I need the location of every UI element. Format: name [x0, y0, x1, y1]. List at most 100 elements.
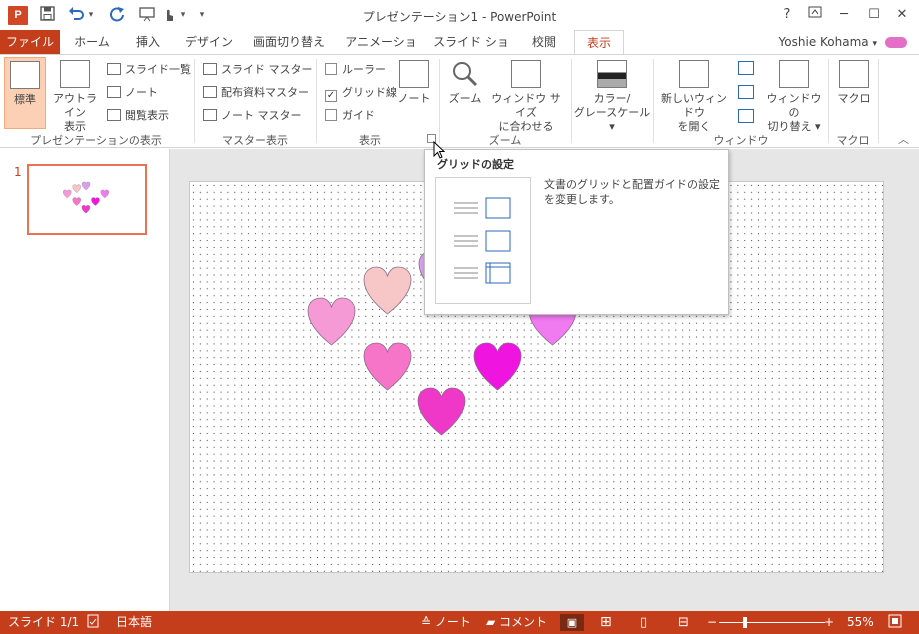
zoom-in-button[interactable]: +: [824, 611, 834, 634]
slide-sorter-button[interactable]: スライド一覧: [107, 60, 191, 80]
status-bar: スライド 1/1 日本語 ≙ ノート ▰ コメント ▣ ⊞ ▯ ⊟ − + 55…: [0, 611, 919, 634]
switch-windows-button[interactable]: ウィンドウの 切り替え ▾: [762, 57, 826, 133]
notes-toggle[interactable]: ≙ ノート: [421, 611, 471, 634]
user-name[interactable]: Yoshie Kohama ▾: [779, 30, 877, 56]
language-indicator[interactable]: 日本語: [116, 611, 152, 634]
guides-checkbox[interactable]: ガイド: [325, 106, 375, 126]
gridlines-checkbox[interactable]: ✓ グリッド線: [325, 83, 397, 103]
arrange-all-icon[interactable]: [738, 61, 754, 75]
thumbnail-hearts: [63, 181, 109, 214]
reading-view-icon: [107, 109, 121, 121]
slide-thumbnail[interactable]: [27, 164, 147, 235]
avatar[interactable]: [885, 37, 907, 48]
gridlines-check-box[interactable]: ✓: [325, 90, 337, 102]
tab-view[interactable]: 表示: [574, 30, 624, 55]
ribbon-separator: [439, 59, 440, 143]
outline-view-icon: [60, 60, 90, 88]
zoom-button[interactable]: ズーム: [444, 57, 486, 129]
ribbon-separator: [828, 59, 829, 143]
heart-shape[interactable]: [363, 342, 412, 391]
tooltip-grid-settings: グリッドの設定 文書のグリッドと配置ガイドの設定を変更します。: [424, 149, 729, 315]
thumbnail-heart: [81, 205, 91, 214]
slide-counter: スライド 1/1: [8, 615, 80, 629]
spell-check-icon[interactable]: [86, 611, 100, 634]
move-split-icon[interactable]: [738, 109, 754, 123]
ruler-checkbox[interactable]: ルーラー: [325, 60, 386, 80]
heart-shape[interactable]: [363, 266, 412, 315]
heart-shape[interactable]: [307, 297, 356, 346]
ribbon: 標準 アウトライン 表示 スライド一覧 ノート 閲覧表示 プレゼンテーションの表…: [0, 54, 919, 148]
zoom-level[interactable]: 55%: [847, 611, 874, 634]
tab-slideshow[interactable]: スライド ショー: [430, 30, 512, 73]
reading-view-button[interactable]: 閲覧表示: [107, 106, 169, 126]
group-label-window: ウィンドウ: [713, 134, 769, 147]
cascade-icon[interactable]: [738, 85, 754, 99]
color-grayscale-button[interactable]: カラー/ グレースケール ▾: [572, 57, 652, 133]
outline-view-button[interactable]: アウトライン 表示: [48, 57, 102, 133]
tab-home[interactable]: ホーム: [66, 30, 118, 54]
ruler-check-box[interactable]: [325, 63, 337, 75]
guides-check-box[interactable]: [325, 109, 337, 121]
normal-view-status-icon[interactable]: ▣: [560, 614, 584, 631]
tooltip-title: グリッドの設定: [437, 158, 514, 171]
fit-to-window-icon: [511, 60, 541, 88]
grid-settings-preview-icon: [435, 177, 531, 304]
new-window-button[interactable]: 新しいウィンドウ を開く: [656, 57, 732, 133]
thumbnail-heart: [63, 189, 72, 199]
notes-page-button[interactable]: ノート: [107, 83, 158, 103]
close-button[interactable]: ✕: [891, 5, 913, 25]
group-label-show: 表示: [359, 134, 381, 147]
slide-master-button[interactable]: スライド マスター: [203, 60, 313, 80]
ribbon-display-options-button[interactable]: [804, 5, 826, 25]
thumbnail-heart: [81, 181, 91, 191]
tab-transitions[interactable]: 画面切り替え: [248, 30, 330, 54]
zoom-slider-thumb[interactable]: [743, 617, 747, 628]
help-button[interactable]: ?: [776, 5, 798, 25]
notes-master-icon: [203, 109, 217, 121]
handout-master-button[interactable]: 配布資料マスター: [203, 83, 309, 103]
thumbnail-heart: [100, 189, 109, 199]
fit-slide-icon[interactable]: [888, 611, 902, 634]
notes-button[interactable]: ノート: [394, 57, 434, 129]
group-label-zoom: ズーム: [488, 134, 522, 147]
fit-to-window-button[interactable]: ウィンドウ サイズ に合わせる: [486, 57, 566, 133]
switch-windows-icon: [779, 60, 809, 88]
thumbnail-heart: [72, 184, 81, 193]
tooltip-description: 文書のグリッドと配置ガイドの設定を変更します。: [544, 178, 720, 206]
thumbnail-heart: [91, 197, 100, 206]
heart-shape[interactable]: [417, 387, 466, 436]
ribbon-separator: [316, 59, 317, 143]
normal-view-button[interactable]: 標準: [4, 57, 46, 129]
tab-review[interactable]: 校閲: [520, 30, 568, 54]
heart-shape[interactable]: [473, 342, 522, 391]
zoom-out-button[interactable]: −: [707, 611, 717, 634]
macros-icon: [839, 60, 869, 88]
normal-view-icon: [10, 61, 40, 89]
mouse-cursor-icon: [433, 141, 445, 159]
tab-file[interactable]: ファイル: [0, 30, 60, 54]
notes-master-button[interactable]: ノート マスター: [203, 106, 302, 126]
group-label-presentation-views: プレゼンテーションの表示: [30, 134, 162, 147]
group-label-macros: マクロ: [836, 134, 870, 147]
minimize-button[interactable]: ─: [833, 5, 855, 25]
zoom-slider[interactable]: [719, 622, 825, 623]
notes-icon: [399, 60, 429, 88]
collapse-ribbon-icon[interactable]: ︿: [898, 131, 909, 147]
new-window-icon: [679, 60, 709, 88]
macros-button[interactable]: マクロ: [834, 57, 874, 129]
color-grayscale-icon: [597, 60, 627, 88]
slide-master-icon: [203, 63, 217, 75]
tab-animations[interactable]: アニメーション: [340, 30, 422, 73]
tab-design[interactable]: デザイン: [178, 30, 240, 54]
notes-page-icon: [107, 86, 121, 98]
handout-master-icon: [203, 86, 217, 98]
slide-sorter-icon: [107, 63, 121, 75]
comments-toggle[interactable]: ▰ コメント: [486, 611, 547, 634]
slideshow-status-icon[interactable]: ⊟: [678, 611, 689, 634]
maximize-button[interactable]: ☐: [863, 5, 885, 25]
ribbon-separator: [653, 59, 654, 143]
tab-insert[interactable]: 挿入: [126, 30, 170, 54]
reading-view-status-icon[interactable]: ▯: [640, 611, 647, 634]
slide-sorter-status-icon[interactable]: ⊞: [600, 611, 612, 634]
ribbon-separator: [878, 59, 879, 143]
